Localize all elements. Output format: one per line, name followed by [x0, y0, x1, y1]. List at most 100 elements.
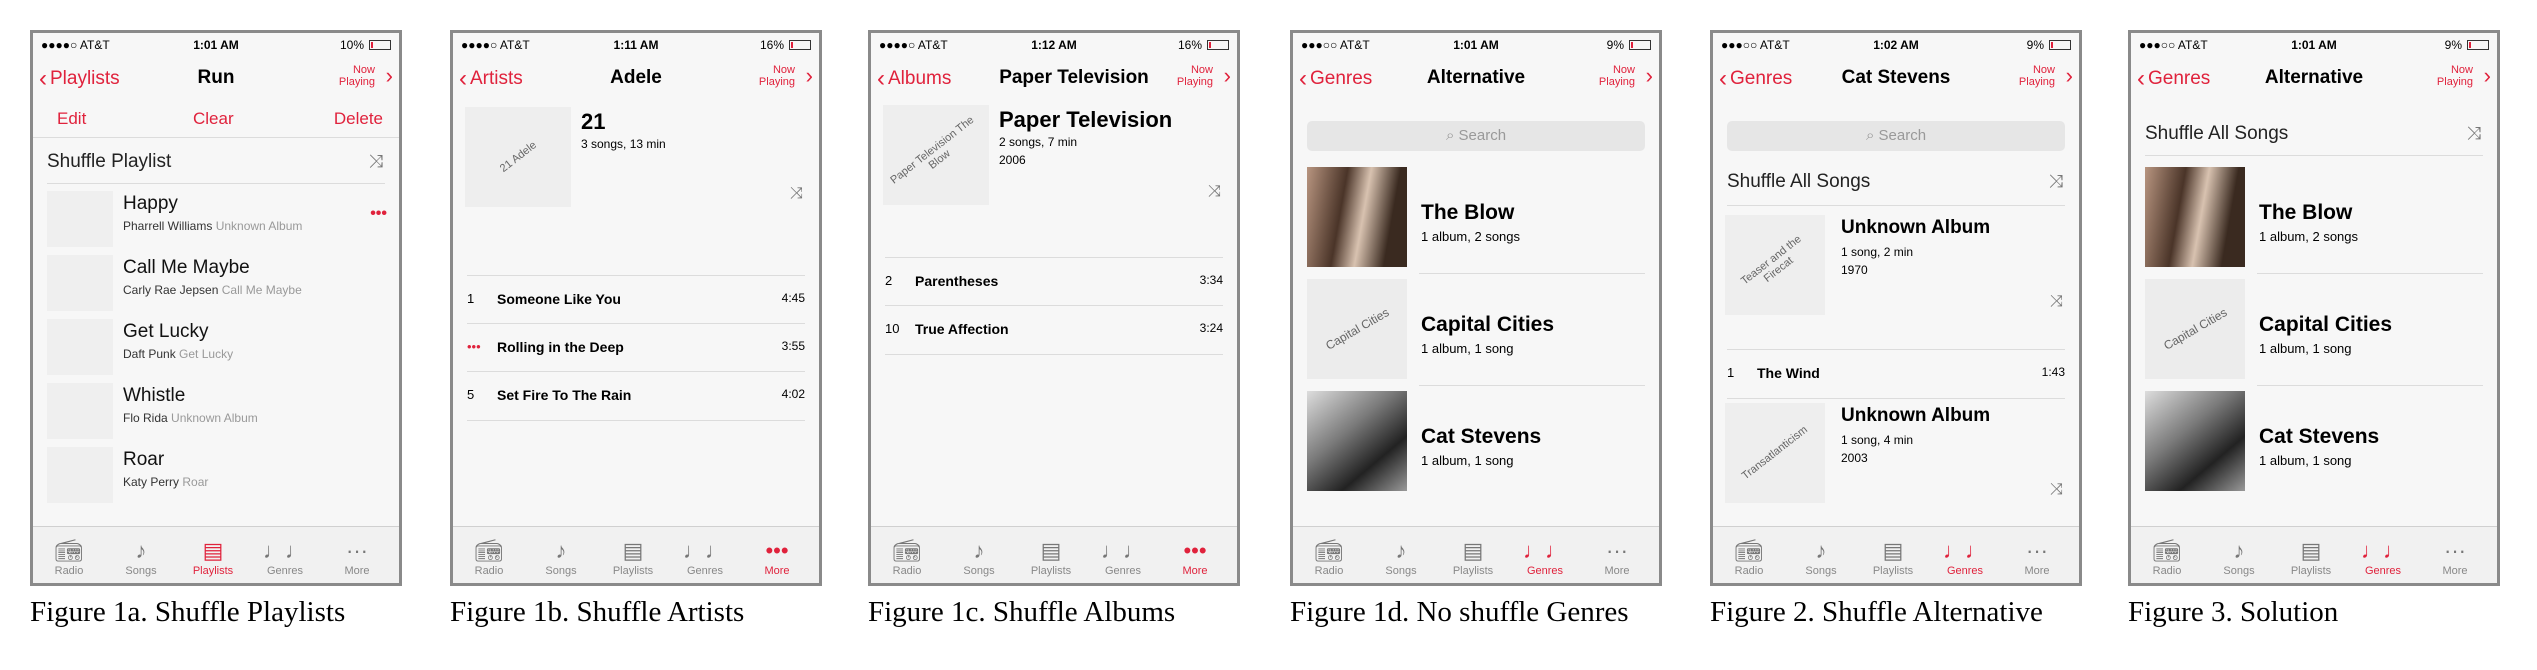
list-item[interactable]: Happy Pharrell Williams Unknown Album ••… [33, 187, 399, 251]
tab-playlists[interactable]: ▤ Playlists [1437, 537, 1509, 577]
search-input[interactable]: ⌕ Search [1727, 121, 2065, 151]
phone-screen: ●●●○○ AT&T 1:01 AM 9% ‹ Genres Alternativ… [2128, 30, 2500, 586]
chevron-right-icon[interactable]: › [1224, 63, 1231, 89]
shuffle-row[interactable]: Shuffle All Songs ⤨ [2131, 113, 2497, 153]
artist-art-text: Capital Cities [2160, 305, 2230, 353]
edit-bar: Edit Clear Delete [33, 99, 399, 138]
list-item[interactable]: Roar Katy Perry Roar [33, 443, 399, 507]
song-artist: Carly Rae Jepsen [123, 283, 219, 297]
tab-more[interactable]: ··· More [321, 537, 393, 577]
chevron-right-icon[interactable]: › [806, 63, 813, 89]
tab-radio[interactable]: 📻︎ Radio [871, 537, 943, 577]
track-title: Set Fire To The Rain [497, 387, 632, 403]
tab-playlists[interactable]: ▤ Playlists [1857, 537, 1929, 577]
track-number: 1 [467, 291, 475, 306]
tab-genres[interactable]: ♩♩ Genres [2347, 537, 2419, 577]
tab-more[interactable]: ··· More [2419, 537, 2491, 577]
list-item[interactable]: Cat Stevens 1 album, 1 song [2131, 391, 2497, 501]
shuffle-icon[interactable]: ⤨ [1208, 183, 1221, 201]
tab-label: Radio [892, 565, 922, 577]
song-meta: Katy Perry Roar [123, 475, 208, 489]
tab-more[interactable]: ··· More [1581, 537, 1653, 577]
list-item[interactable]: The Blow 1 album, 2 songs [2131, 167, 2497, 277]
now-playing-button[interactable]: Now Playing [339, 64, 375, 88]
song-album: Get Lucky [179, 347, 234, 361]
now-playing-button[interactable]: Now Playing [759, 64, 795, 88]
tab-songs[interactable]: ♪ Songs [943, 537, 1015, 577]
now-playing-button[interactable]: Now Playing [1599, 64, 1635, 88]
tab-genres[interactable]: ♩♩ Genres [1929, 537, 2001, 577]
list-item[interactable]: The Blow 1 album, 2 songs [1293, 167, 1659, 277]
chevron-right-icon[interactable]: › [2484, 63, 2491, 89]
list-item[interactable]: Call Me Maybe Carly Rae Jepsen Call Me M… [33, 251, 399, 315]
list-item[interactable]: Whistle Flo Rida Unknown Album [33, 379, 399, 443]
tab-genres[interactable]: ♩♩ Genres [249, 537, 321, 577]
tab-radio[interactable]: 📻︎ Radio [1713, 537, 1785, 577]
figure-caption: Figure 1a. Shuffle Playlists [30, 596, 346, 628]
status-bar: ●●●○○ AT&T 1:01 AM 9% [2131, 33, 2497, 55]
tab-more[interactable]: ••• More [1159, 537, 1231, 577]
song-album: Call Me Maybe [221, 283, 302, 297]
battery-percent: 16% [759, 38, 784, 52]
shuffle-icon[interactable]: ⤨ [2050, 481, 2063, 499]
now-playing-line1: Now [352, 64, 375, 76]
track-title: Parentheses [915, 273, 999, 289]
album-art: Teaser and the Firecat [1725, 215, 1825, 315]
list-item[interactable]: Cat Stevens 1 album, 1 song [1293, 391, 1659, 501]
artist-art-text: Capital Cities [1322, 305, 1392, 353]
artist-counts: 1 album, 1 song [1421, 341, 1514, 356]
tab-songs[interactable]: ♪ Songs [1785, 537, 1857, 577]
tab-songs[interactable]: ♪ Songs [105, 537, 177, 577]
table-row[interactable]: 5 Set Fire To The Rain 4:02 [467, 371, 805, 421]
tab-bar: 📻︎ Radio ♪ Songs ▤ Playlists ♩♩ Genres ··· Mo… [1293, 526, 1659, 583]
tab-songs[interactable]: ♪ Songs [1365, 537, 1437, 577]
now-playing-button[interactable]: Now Playing [2437, 64, 2473, 88]
tab-radio[interactable]: 📻︎ Radio [2131, 537, 2203, 577]
tab-label: Songs [545, 565, 577, 577]
tab-radio[interactable]: 📻︎ Radio [33, 537, 105, 577]
now-playing-button[interactable]: Now Playing [2019, 64, 2055, 88]
chevron-right-icon[interactable]: › [2066, 63, 2073, 89]
tab-playlists[interactable]: ▤ Playlists [2275, 537, 2347, 577]
shuffle-row[interactable]: Shuffle Playlist ⤨ [33, 141, 399, 181]
shuffle-row[interactable]: Shuffle All Songs ⤨ [1713, 161, 2079, 201]
album-art-text: 21 Adele [497, 139, 539, 175]
tab-songs[interactable]: ♪ Songs [2203, 537, 2275, 577]
table-row[interactable]: 10 True Affection 3:24 [885, 305, 1223, 355]
album-title: Unknown Album [1841, 217, 1991, 238]
tab-genres[interactable]: ♩♩ Genres [669, 537, 741, 577]
tab-genres[interactable]: ♩♩ Genres [1509, 537, 1581, 577]
list-item[interactable]: Capital Cities Capital Cities 1 album, 1… [1293, 279, 1659, 389]
track-time: 3:24 [1199, 321, 1223, 335]
search-input[interactable]: ⌕ Search [1307, 121, 1645, 151]
list-item[interactable]: Capital Cities Capital Cities 1 album, 1… [2131, 279, 2497, 389]
shuffle-icon[interactable]: ⤨ [2050, 293, 2063, 311]
tab-more[interactable]: ··· More [2001, 537, 2073, 577]
tab-radio[interactable]: 📻︎ Radio [1293, 537, 1365, 577]
tab-more[interactable]: ••• More [741, 537, 813, 577]
tab-playlists[interactable]: ▤ Playlists [1015, 537, 1087, 577]
tab-playlists[interactable]: ▤ Playlists [597, 537, 669, 577]
table-row[interactable]: 2 Parentheses 3:34 [885, 257, 1223, 306]
now-playing-button[interactable]: Now Playing [1177, 64, 1213, 88]
figure-caption: Figure 1d. No shuffle Genres [1290, 596, 1629, 628]
phone-screen: ●●●●○ AT&T 1:12 AM 16% ‹ Albums Paper Tel… [868, 30, 1240, 586]
table-row[interactable]: ••• Rolling in the Deep 3:55 [467, 323, 805, 372]
tab-label: More [764, 565, 790, 577]
shuffle-icon: ⤨ [2048, 171, 2063, 191]
shuffle-icon[interactable]: ⤨ [790, 185, 803, 203]
tab-songs[interactable]: ♪ Songs [525, 537, 597, 577]
tab-radio[interactable]: 📻︎ Radio [453, 537, 525, 577]
search-placeholder: Search [1878, 127, 1927, 144]
delete-button[interactable]: Delete [334, 109, 383, 129]
table-row[interactable]: 1 The Wind 1:43 [1727, 349, 2065, 399]
chevron-right-icon[interactable]: › [1646, 63, 1653, 89]
edit-button[interactable]: Edit [57, 109, 86, 129]
tab-playlists[interactable]: ▤ Playlists [177, 537, 249, 577]
chevron-right-icon[interactable]: › [386, 63, 393, 89]
tab-genres[interactable]: ♩♩ Genres [1087, 537, 1159, 577]
table-row[interactable]: 1 Someone Like You 4:45 [467, 275, 805, 324]
clear-button[interactable]: Clear [193, 109, 234, 129]
list-item[interactable]: Get Lucky Daft Punk Get Lucky [33, 315, 399, 379]
artist-counts: 1 album, 2 songs [2259, 229, 2359, 244]
